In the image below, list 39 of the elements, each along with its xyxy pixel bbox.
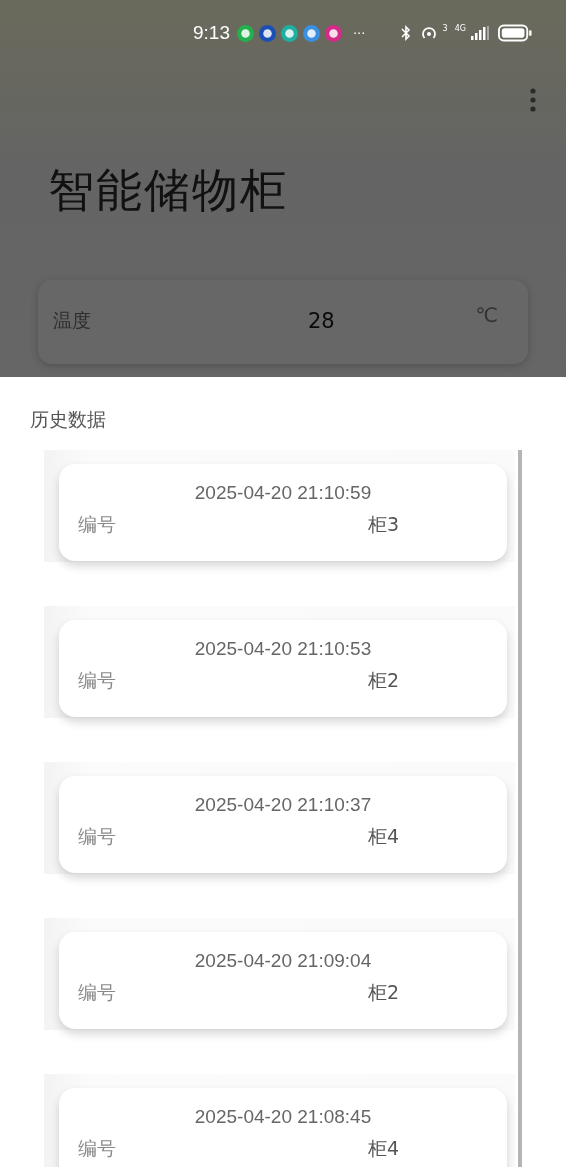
record-label: 编号 — [78, 824, 117, 849]
reading-value: 28 — [308, 309, 336, 333]
notification-icon — [281, 24, 298, 42]
signal-icon — [471, 26, 489, 40]
record-time: 2025-04-20 21:10:53 — [193, 638, 373, 660]
notification-icon — [303, 24, 320, 42]
record-card[interactable]: 2025-04-20 21:08:45 编号 柜4 — [59, 1088, 507, 1167]
more-menu-icon[interactable] — [530, 88, 536, 112]
hotspot-count: 3 — [442, 24, 448, 33]
notification-icon — [325, 24, 342, 42]
bluetooth-icon — [400, 25, 411, 41]
record-time: 2025-04-20 21:10:37 — [193, 794, 373, 816]
more-notifications: ··· — [353, 25, 366, 41]
record-cabinet: 柜4 — [368, 1136, 400, 1161]
record-label: 编号 — [78, 668, 117, 693]
record-card[interactable]: 2025-04-20 21:10:37 编号 柜4 — [59, 776, 507, 873]
record-time: 2025-04-20 21:08:45 — [193, 1106, 373, 1128]
status-time: 9:13 — [193, 22, 230, 44]
network-type: 4G — [454, 24, 466, 33]
notification-icon — [259, 24, 276, 42]
sheet-title: 历史数据 — [29, 407, 107, 432]
record-time: 2025-04-20 21:09:04 — [193, 950, 373, 972]
reading-unit: ℃ — [475, 303, 498, 327]
record-label: 编号 — [78, 512, 117, 537]
notification-icon — [237, 24, 254, 42]
record-label: 编号 — [78, 1136, 117, 1161]
battery-icon — [498, 24, 532, 42]
record-card[interactable]: 2025-04-20 21:10:59 编号 柜3 — [59, 464, 507, 561]
reading-label: 温度 — [53, 308, 92, 333]
record-cabinet: 柜3 — [368, 512, 400, 537]
record-label: 编号 — [78, 980, 117, 1005]
scrollbar[interactable] — [518, 450, 522, 1167]
record-cabinet: 柜2 — [368, 980, 400, 1005]
record-card[interactable]: 2025-04-20 21:09:04 编号 柜2 — [59, 932, 507, 1029]
app-title: 智能储物柜 — [48, 162, 289, 219]
record-time: 2025-04-20 21:10:59 — [193, 482, 373, 504]
record-cabinet: 柜2 — [368, 668, 400, 693]
record-card[interactable]: 2025-04-20 21:10:53 编号 柜2 — [59, 620, 507, 717]
record-cabinet: 柜4 — [368, 824, 400, 849]
